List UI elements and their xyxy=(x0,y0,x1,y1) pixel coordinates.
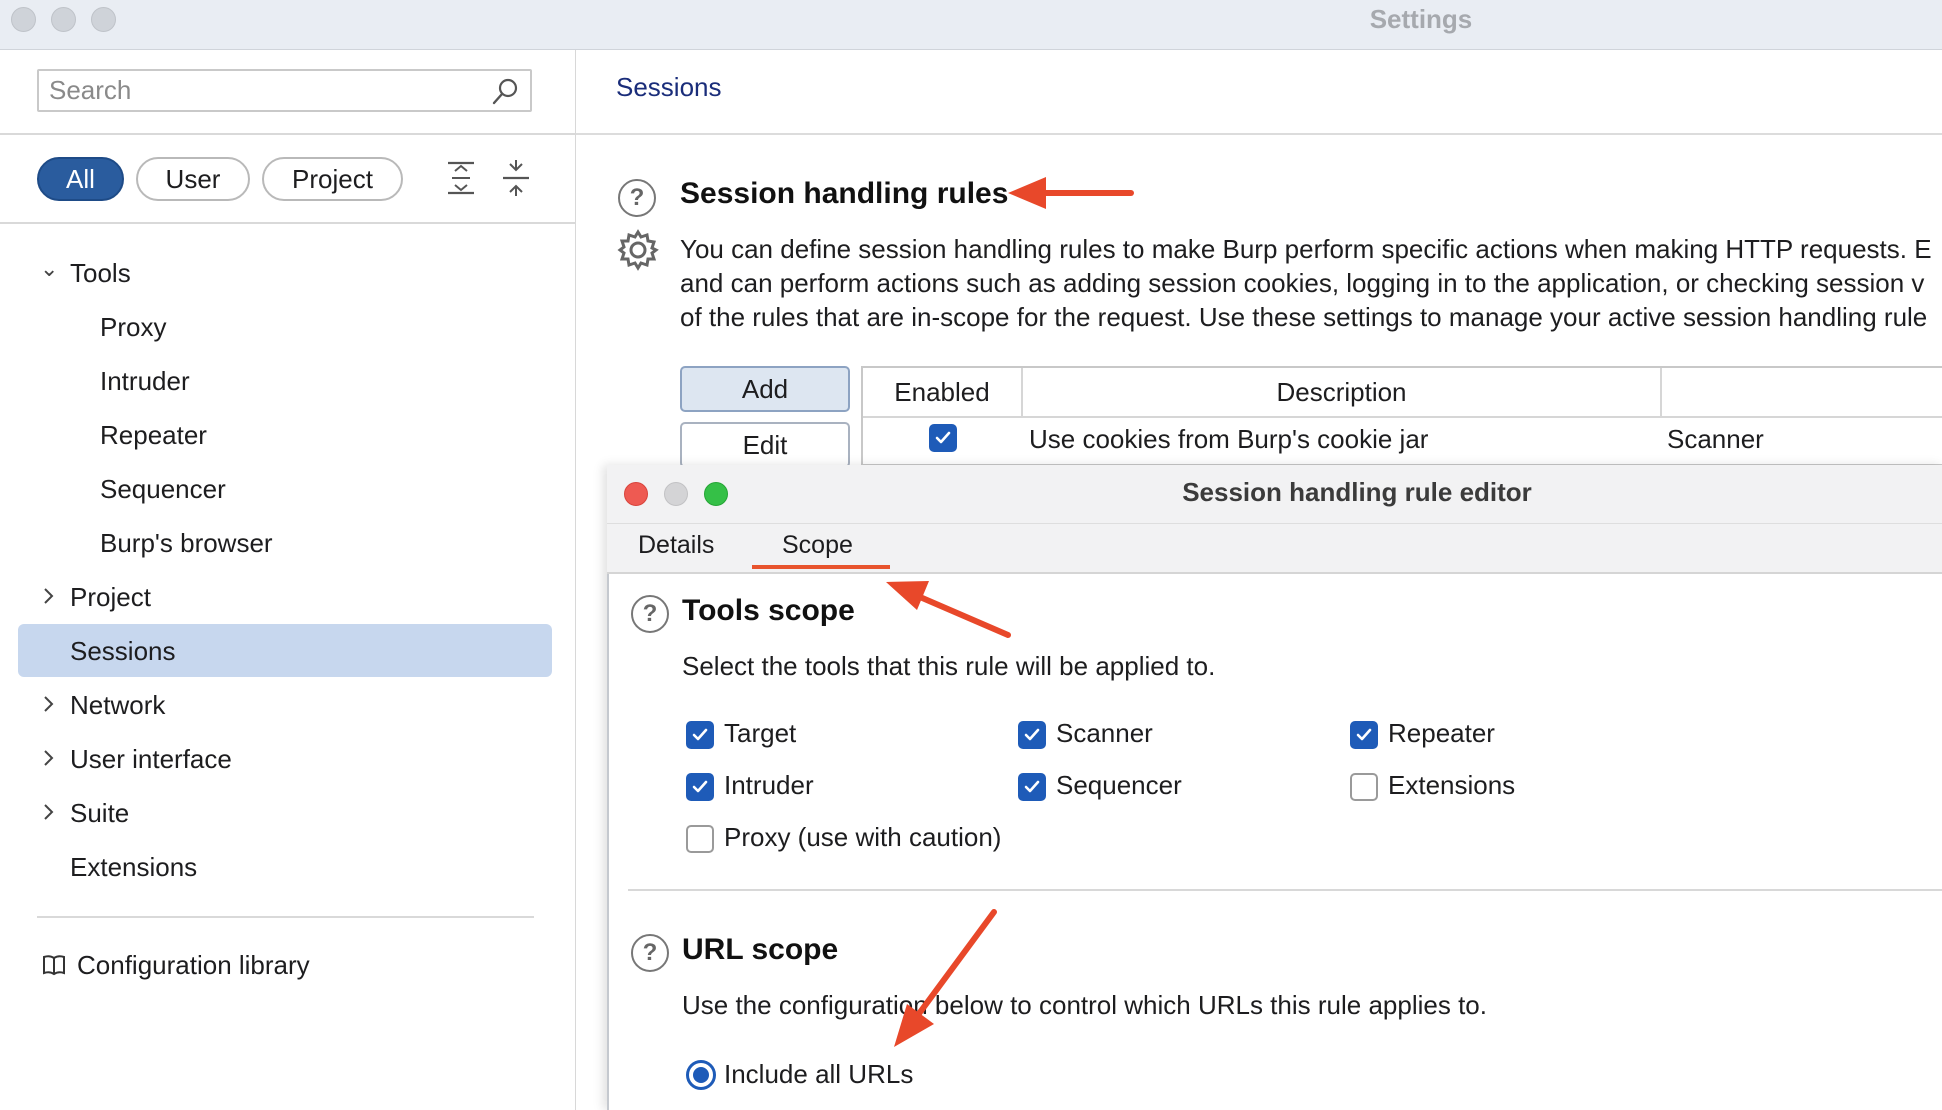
description-line: of the rules that are in-scope for the r… xyxy=(680,302,1928,332)
breadcrumb: Sessions xyxy=(616,72,722,102)
rules-table: Enabled Description Use cookies from Bur… xyxy=(861,366,1942,466)
sidebar-divider xyxy=(37,916,534,918)
checkmark-icon xyxy=(692,780,708,793)
help-icon[interactable]: ? xyxy=(631,934,669,972)
arrow-to-section-title xyxy=(1008,177,1134,209)
chevron-down-icon[interactable]: ⌄ xyxy=(40,256,58,281)
tree-item-extensions[interactable]: Extensions xyxy=(70,851,197,883)
checkmark-icon xyxy=(1356,728,1372,741)
tool-scanner-label[interactable]: Scanner xyxy=(1056,718,1153,749)
tool-extensions-label[interactable]: Extensions xyxy=(1388,770,1515,801)
description-line: and can perform actions such as adding s… xyxy=(680,268,1925,298)
add-button[interactable]: Add xyxy=(680,366,850,412)
tool-extensions-checkbox[interactable] xyxy=(1350,773,1378,801)
search-field[interactable] xyxy=(37,69,532,112)
tree-item-network[interactable]: Network xyxy=(70,689,165,721)
tree-item-burps-browser[interactable]: Burp's browser xyxy=(100,527,273,559)
dialog-title: Session handling rule editor xyxy=(1182,477,1532,507)
help-icon[interactable]: ? xyxy=(631,595,669,633)
checkmark-icon xyxy=(935,431,951,444)
checkmark-icon xyxy=(692,728,708,741)
table-header-divider xyxy=(863,416,1942,418)
tree-item-proxy[interactable]: Proxy xyxy=(100,311,166,343)
tab-scope[interactable]: Scope xyxy=(782,531,853,560)
checkmark-icon xyxy=(1024,780,1040,793)
tool-intruder-checkbox[interactable] xyxy=(686,773,714,801)
column-header-description[interactable]: Description xyxy=(1023,368,1662,416)
edit-button[interactable]: Edit xyxy=(680,422,850,468)
filter-all-button[interactable]: All xyxy=(37,157,124,201)
url-scope-title: URL scope xyxy=(682,933,839,966)
tool-target-checkbox[interactable] xyxy=(686,721,714,749)
chevron-right-icon[interactable] xyxy=(42,694,56,714)
gear-icon[interactable] xyxy=(616,228,660,272)
tool-proxy-checkbox[interactable] xyxy=(686,825,714,853)
tree-item-sequencer[interactable]: Sequencer xyxy=(100,473,226,505)
filter-user-button[interactable]: User xyxy=(136,157,250,201)
description-line: You can define session handling rules to… xyxy=(680,234,1932,264)
chevron-right-icon[interactable] xyxy=(42,748,56,768)
sidebar-divider xyxy=(0,222,575,224)
rule-enabled-checkbox[interactable] xyxy=(929,424,957,452)
dialog-section-divider xyxy=(628,889,1942,891)
tree-item-suite[interactable]: Suite xyxy=(70,797,129,829)
search-input[interactable] xyxy=(39,71,479,109)
configuration-library-link[interactable]: Configuration library xyxy=(77,949,310,981)
chevron-right-icon[interactable] xyxy=(42,802,56,822)
tool-repeater-label[interactable]: Repeater xyxy=(1388,718,1495,749)
active-tab-indicator xyxy=(752,565,890,569)
content-divider xyxy=(576,133,1942,135)
tree-item-tools[interactable]: ⌄ xyxy=(40,256,58,282)
search-icon[interactable] xyxy=(490,77,520,107)
rule-tools-cell[interactable]: Scanner xyxy=(1667,424,1764,455)
tools-scope-title: Tools scope xyxy=(682,594,855,627)
tools-scope-subtitle: Select the tools that this rule will be … xyxy=(682,651,1216,681)
chevron-right-icon[interactable] xyxy=(42,586,56,606)
window-title: Settings xyxy=(1369,4,1473,34)
tool-scanner-checkbox[interactable] xyxy=(1018,721,1046,749)
sidebar-divider xyxy=(0,133,575,135)
collapse-all-icon[interactable] xyxy=(501,160,531,196)
column-header-enabled[interactable]: Enabled xyxy=(863,368,1023,416)
filter-project-button[interactable]: Project xyxy=(262,157,403,201)
tree-item-project[interactable]: Project xyxy=(70,581,151,613)
dialog-titlebar: Session handling rule editor xyxy=(607,465,1942,524)
rule-description-cell[interactable]: Use cookies from Burp's cookie jar xyxy=(1029,424,1428,455)
tool-repeater-checkbox[interactable] xyxy=(1350,721,1378,749)
tree-item-tools-label[interactable]: Tools xyxy=(70,257,131,289)
tree-item-sessions[interactable]: Sessions xyxy=(70,635,176,667)
include-all-urls-label[interactable]: Include all URLs xyxy=(724,1059,913,1090)
checkmark-icon xyxy=(1024,728,1040,741)
help-icon[interactable]: ? xyxy=(618,179,656,217)
tool-sequencer-label[interactable]: Sequencer xyxy=(1056,770,1182,801)
url-scope-subtitle: Use the configuration below to control w… xyxy=(682,990,1487,1020)
tool-proxy-label[interactable]: Proxy (use with caution) xyxy=(724,822,1001,853)
tree-item-repeater[interactable]: Repeater xyxy=(100,419,207,451)
tool-sequencer-checkbox[interactable] xyxy=(1018,773,1046,801)
section-title: Session handling rules xyxy=(680,177,1009,210)
include-all-urls-radio[interactable] xyxy=(686,1060,716,1090)
tool-intruder-label[interactable]: Intruder xyxy=(724,770,814,801)
window-titlebar: Settings xyxy=(0,0,1942,50)
tab-details[interactable]: Details xyxy=(638,531,714,560)
tool-target-label[interactable]: Target xyxy=(724,718,796,749)
tree-item-intruder[interactable]: Intruder xyxy=(100,365,190,397)
expand-all-icon[interactable] xyxy=(446,160,476,196)
tree-item-user-interface[interactable]: User interface xyxy=(70,743,232,775)
section-description: You can define session handling rules to… xyxy=(680,232,1942,334)
book-icon xyxy=(43,955,65,976)
